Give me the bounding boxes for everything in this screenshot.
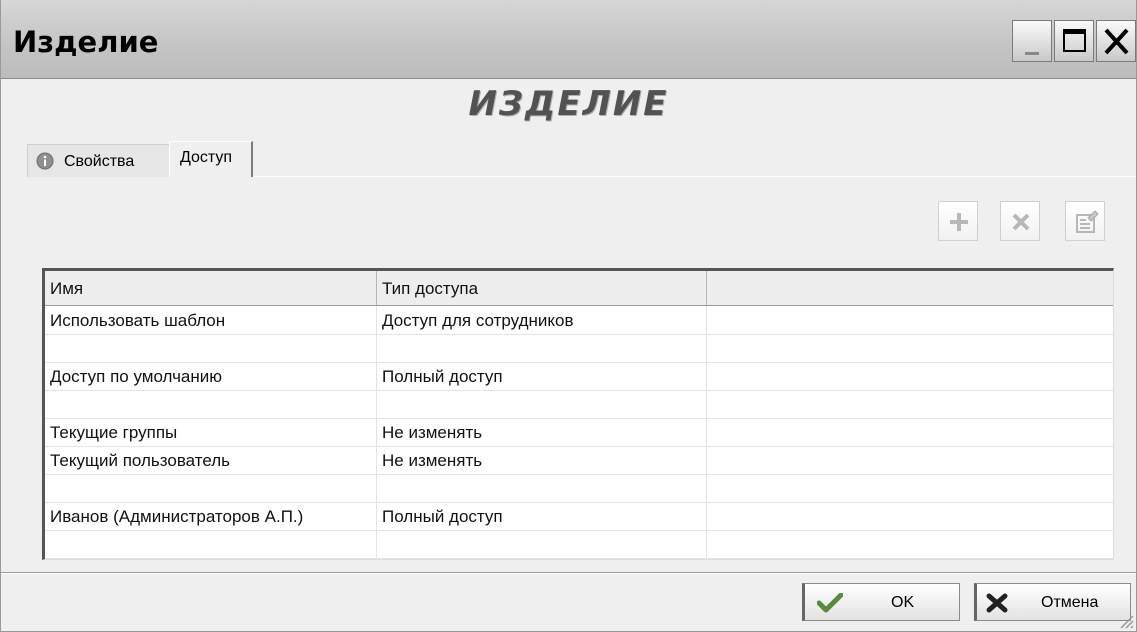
ok-button-label: OK [891, 594, 915, 611]
tab-properties[interactable]: Свойства [27, 144, 171, 177]
cell-extra [707, 306, 1113, 334]
cancel-x-icon [986, 593, 1008, 613]
cancel-button-label: Отмена [1041, 594, 1099, 611]
cell-access-type: Не изменять [377, 446, 707, 474]
cell-access-type: Не изменять [377, 418, 707, 446]
resize-grip-icon[interactable] [1116, 611, 1134, 629]
cell-name [45, 530, 377, 558]
tab-access-label: Доступ [180, 149, 233, 166]
table-row[interactable] [45, 474, 1113, 503]
column-header-access-type[interactable]: Тип доступа [377, 271, 707, 305]
window-title: Изделие [13, 25, 159, 59]
close-icon [1104, 28, 1129, 55]
table-row[interactable]: Текущий пользователь Не изменять [45, 446, 1113, 475]
table-row[interactable] [45, 530, 1113, 559]
footer-separator [1, 572, 1136, 574]
properties-icon [1076, 210, 1099, 233]
cell-extra [707, 334, 1113, 362]
plus-icon [950, 213, 968, 231]
close-button[interactable] [1096, 20, 1136, 62]
minimize-icon [1025, 52, 1039, 55]
cell-access-type [377, 530, 707, 558]
table-row[interactable]: Иванов (Администраторов А.П.) Полный дос… [45, 502, 1113, 531]
add-button[interactable] [938, 201, 978, 241]
check-icon [817, 593, 843, 613]
table-row[interactable]: Доступ по умолчанию Полный доступ [45, 362, 1113, 391]
cell-extra [707, 474, 1113, 502]
delete-button[interactable] [1000, 201, 1040, 241]
cell-access-type [377, 390, 707, 418]
cell-access-type [377, 334, 707, 362]
x-icon [1012, 213, 1030, 231]
cell-extra [707, 390, 1113, 418]
maximize-button[interactable] [1054, 20, 1094, 62]
cell-name [45, 334, 377, 362]
dialog-window: Изделие ИЗДЕЛИЕ Свойства Доступ Имя Тип … [0, 0, 1137, 632]
form-heading: ИЗДЕЛИЕ [468, 84, 669, 124]
cell-access-type: Полный доступ [377, 502, 707, 530]
maximize-icon [1063, 29, 1086, 52]
table-row[interactable] [45, 334, 1113, 363]
cell-name: Текущие группы [45, 418, 377, 446]
table-header: Имя Тип доступа [45, 271, 1113, 306]
table-row[interactable]: Использовать шаблон Доступ для сотрудник… [45, 306, 1113, 335]
info-icon [36, 152, 54, 170]
table-row[interactable] [45, 390, 1113, 419]
properties-button[interactable] [1065, 201, 1105, 241]
cell-name: Текущий пользователь [45, 446, 377, 474]
column-header-name[interactable]: Имя [45, 271, 377, 305]
cell-name [45, 474, 377, 502]
ok-button[interactable]: OK [802, 583, 960, 621]
cancel-button[interactable]: Отмена [974, 583, 1131, 621]
minimize-button[interactable] [1012, 20, 1052, 62]
cell-access-type: Доступ для сотрудников [377, 306, 707, 334]
tab-properties-label: Свойства [64, 153, 135, 170]
cell-access-type: Полный доступ [377, 362, 707, 390]
cell-extra [707, 446, 1113, 474]
cell-name: Использовать шаблон [45, 306, 377, 334]
column-header-empty[interactable] [707, 271, 1113, 305]
tab-panel-border [253, 176, 1136, 177]
cell-extra [707, 418, 1113, 446]
tab-access[interactable]: Доступ [169, 141, 253, 177]
cell-extra [707, 502, 1113, 530]
cell-name [45, 390, 377, 418]
cell-extra [707, 362, 1113, 390]
cell-extra [707, 530, 1113, 558]
access-table[interactable]: Имя Тип доступа Использовать шаблон Дост… [42, 268, 1114, 560]
title-bar[interactable]: Изделие [1, 0, 1136, 79]
cell-name: Иванов (Администраторов А.П.) [45, 502, 377, 530]
table-row[interactable]: Текущие группы Не изменять [45, 418, 1113, 447]
cell-access-type [377, 474, 707, 502]
cell-name: Доступ по умолчанию [45, 362, 377, 390]
